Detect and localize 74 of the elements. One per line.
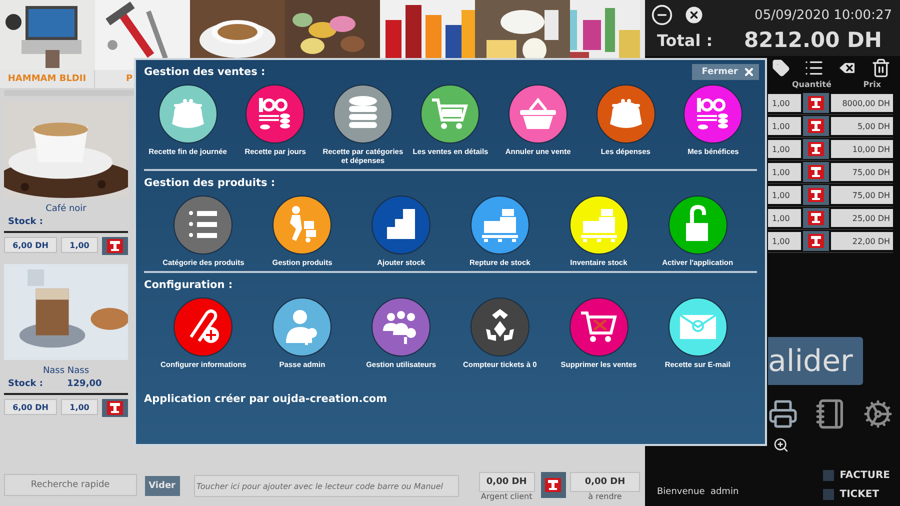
column-header: Quantité — [792, 80, 832, 91]
tag-icon[interactable] — [772, 59, 790, 77]
quantity-field[interactable]: 1,00 — [768, 94, 801, 112]
price-field[interactable]: 75,00 DH — [831, 163, 893, 181]
welcome-text: Bienvenue admin — [657, 487, 739, 497]
remove-button[interactable] — [102, 399, 128, 417]
quantity-field[interactable]: 1,00 — [61, 399, 98, 415]
t-bar-icon — [808, 142, 824, 156]
minimize-icon[interactable] — [651, 4, 673, 26]
validate-button[interactable]: alider — [768, 337, 863, 385]
credits-text: Application créer par oujda-creation.com — [144, 393, 388, 405]
clear-button[interactable]: Vider — [144, 476, 180, 496]
t-bar-icon — [107, 239, 123, 253]
trash-icon[interactable] — [870, 58, 891, 78]
price-field[interactable]: 5,00 DH — [831, 117, 893, 135]
price-field[interactable]: 25,00 DH — [831, 209, 893, 227]
t-bar-icon — [107, 401, 123, 415]
date-time: 05/09/2020 10:00:27 — [754, 8, 892, 22]
remove-button[interactable] — [803, 208, 829, 228]
remove-button[interactable] — [803, 139, 829, 159]
stock-label: Stock : — [8, 379, 44, 389]
remove-button[interactable] — [540, 472, 566, 498]
section-title: Gestion des produits : — [144, 177, 276, 189]
t-bar-icon — [545, 478, 562, 492]
client-amount-label: Argent client — [480, 492, 532, 501]
quantity-field[interactable]: 1,00 — [768, 117, 801, 135]
product-name: Nass Nass — [42, 366, 90, 376]
t-bar-icon — [808, 165, 824, 179]
change-amount-label: à rendre — [588, 492, 622, 501]
remove-button[interactable] — [803, 116, 829, 136]
zoom-icon[interactable] — [772, 437, 789, 453]
section-title: Configuration : — [144, 279, 233, 291]
remove-button[interactable] — [102, 237, 128, 255]
product-name: Café noir — [44, 204, 88, 214]
close-icon[interactable] — [683, 4, 705, 26]
remove-button[interactable] — [803, 162, 829, 182]
checkbox[interactable] — [822, 470, 834, 481]
total-label: Total : — [657, 30, 713, 50]
checkbox[interactable] — [822, 489, 834, 500]
close-icon — [743, 66, 755, 78]
quantity-field[interactable]: 1,00 — [768, 232, 801, 250]
checkbox-label[interactable]: TICKET — [840, 489, 880, 500]
printer-icon[interactable] — [768, 399, 798, 429]
t-bar-icon — [808, 119, 824, 133]
quantity-field[interactable]: 1,00 — [768, 163, 801, 181]
price-field[interactable]: 22,00 DH — [831, 232, 893, 250]
quantity-field[interactable]: 1,00 — [768, 140, 801, 158]
section-title: Gestion des ventes : — [144, 66, 266, 78]
search-field[interactable]: Recherche rapide — [4, 474, 137, 496]
close-button[interactable]: Fermer — [692, 64, 759, 80]
t-bar-icon — [808, 188, 824, 202]
quantity-field[interactable]: 1,00 — [61, 237, 98, 253]
client-amount-field[interactable]: 0,00 DH — [478, 472, 535, 492]
t-bar-icon — [808, 96, 824, 110]
price-field[interactable]: 10,00 DH — [831, 140, 893, 158]
price-field[interactable]: 6,00 DH — [4, 399, 57, 415]
t-bar-icon — [808, 211, 824, 225]
quantity-field[interactable]: 1,00 — [768, 186, 801, 204]
stock-label: Stock : — [8, 217, 44, 227]
remove-button[interactable] — [803, 185, 829, 205]
price-field[interactable]: 75,00 DH — [831, 186, 893, 204]
gear-icon[interactable] — [863, 399, 893, 429]
remove-button[interactable] — [803, 93, 829, 113]
total-value: 8212.00 DH — [744, 28, 882, 52]
stock-value: 129,00 — [67, 379, 102, 389]
price-field[interactable]: 8000,00 DH — [831, 94, 893, 112]
change-amount-field[interactable]: 0,00 DH — [570, 472, 640, 492]
t-bar-icon — [808, 234, 824, 248]
column-header: Prix — [863, 80, 881, 91]
remove-button[interactable] — [803, 231, 829, 251]
barcode-field[interactable]: Toucher ici pour ajouter avec le lecteur code barre ou Manuel — [194, 475, 459, 497]
checkbox-label[interactable]: FACTURE — [840, 470, 890, 481]
quantity-field[interactable]: 1,00 — [768, 209, 801, 227]
price-field[interactable]: 6,00 DH — [4, 237, 57, 253]
